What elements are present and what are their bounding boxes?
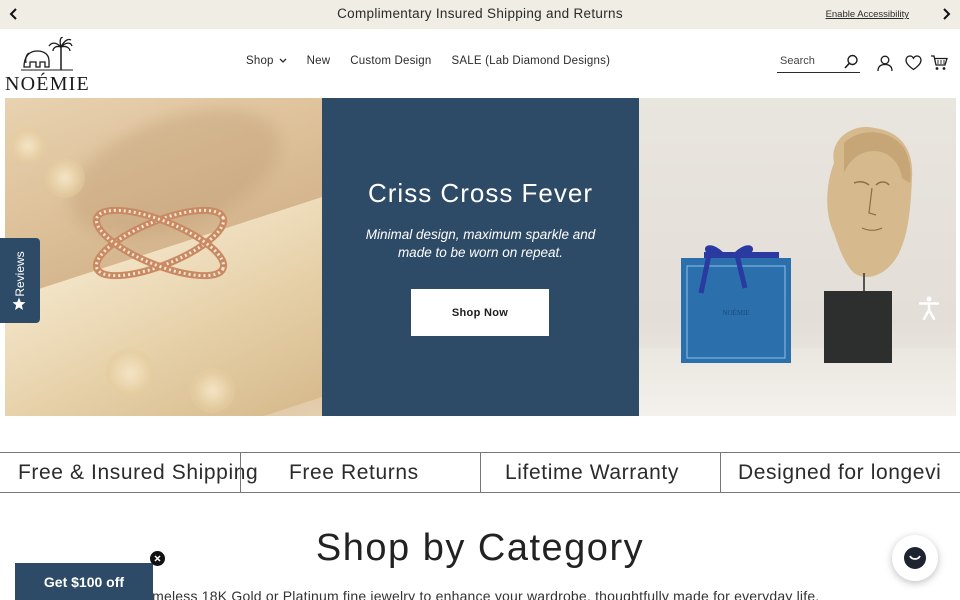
- hero-subtitle: Minimal design, maximum sparkle and made…: [365, 227, 596, 260]
- hero-banner: Criss Cross Fever Minimal design, maximu…: [5, 98, 956, 416]
- gift-box-image: NOÉMIE: [681, 245, 791, 363]
- feature-returns: Free Returns: [289, 453, 423, 492]
- nav-custom-design[interactable]: Custom Design: [350, 55, 431, 67]
- announcement-message: Complimentary Insured Shipping and Retur…: [337, 6, 623, 21]
- divider: [240, 453, 241, 492]
- reviews-tab[interactable]: Reviews: [0, 238, 40, 323]
- accessibility-icon[interactable]: [916, 295, 942, 321]
- nav-new[interactable]: New: [307, 55, 331, 67]
- hero-text-panel: Criss Cross Fever Minimal design, maximu…: [322, 98, 639, 416]
- divider: [480, 453, 481, 492]
- chat-button[interactable]: [892, 535, 938, 581]
- nav-new-label: New: [306, 55, 331, 67]
- close-icon[interactable]: [150, 551, 165, 566]
- features-strip: Free & Insured Shipping Free Returns Lif…: [0, 452, 960, 493]
- main-nav: Shop New Custom Design SALE (Lab Diamond…: [246, 55, 630, 67]
- nav-shop[interactable]: Shop: [246, 55, 287, 67]
- criss-cross-ring-icon: [92, 206, 228, 280]
- reviews-tab-label: Reviews: [13, 251, 27, 297]
- feature-shipping: Free & Insured Shipping: [18, 460, 259, 484]
- box-brand-text: NOÉMIE: [722, 309, 749, 317]
- greek-bust-image: [824, 127, 913, 363]
- enable-accessibility-link[interactable]: Enable Accessibility: [826, 9, 909, 20]
- dried-flower: [45, 158, 85, 198]
- star-icon: [12, 297, 26, 316]
- site-header: NOÉMIE Shop New Custom Design SALE (Lab …: [0, 29, 960, 98]
- hero-ring-image[interactable]: [5, 98, 322, 416]
- shop-now-button[interactable]: Shop Now: [411, 289, 549, 336]
- logo[interactable]: NOÉMIE: [4, 37, 90, 95]
- hero-title: Criss Cross Fever: [367, 178, 593, 208]
- nav-shop-label: Shop: [246, 55, 274, 67]
- announcement-bar: Complimentary Insured Shipping and Retur…: [0, 0, 960, 29]
- feature-warranty: Lifetime Warranty: [505, 460, 679, 484]
- search-icon[interactable]: [843, 54, 859, 75]
- dried-flower: [190, 368, 235, 413]
- divider: [720, 453, 721, 492]
- account-icon[interactable]: [877, 55, 893, 77]
- chat-bubble-icon: [904, 547, 926, 569]
- wishlist-heart-icon[interactable]: [905, 55, 922, 76]
- hero-bust-image[interactable]: NOÉMIE: [639, 98, 956, 416]
- chevron-right-icon[interactable]: [939, 7, 953, 21]
- promo-offer-button[interactable]: Get $100 off: [15, 563, 153, 600]
- dried-flower: [10, 128, 46, 164]
- search-input[interactable]: [780, 55, 840, 67]
- elephant-palm-logo-icon: [21, 37, 73, 71]
- feature-longevity: Designed for longevi: [738, 460, 942, 484]
- cart-icon[interactable]: [930, 55, 948, 76]
- nav-sale[interactable]: SALE (Lab Diamond Designs): [452, 55, 611, 67]
- dried-flower: [105, 348, 155, 398]
- logo-wordmark: NOÉMIE: [5, 73, 90, 95]
- chevron-down-icon: [279, 58, 287, 64]
- nav-custom-design-label: Custom Design: [350, 55, 432, 67]
- search-bar: [777, 53, 860, 73]
- nav-sale-label: SALE (Lab Diamond Designs): [451, 55, 611, 67]
